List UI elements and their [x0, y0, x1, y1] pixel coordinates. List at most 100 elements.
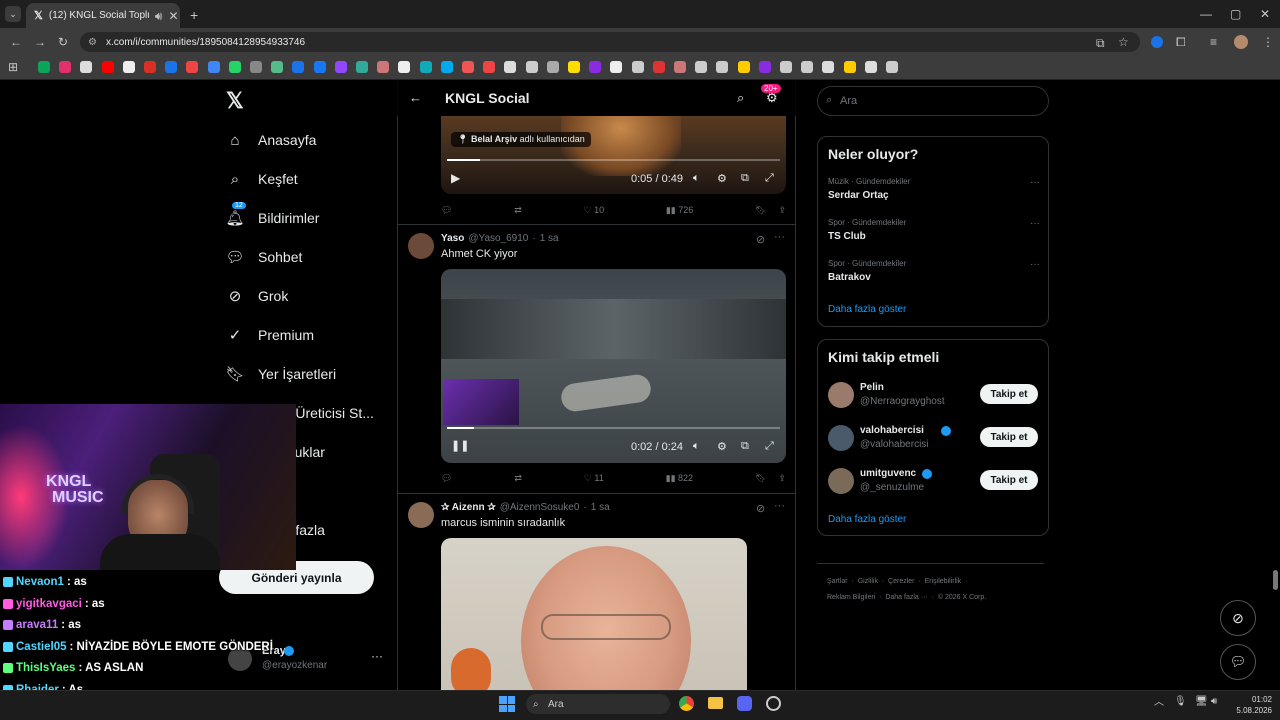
bookmark-favicon-icon[interactable]: [886, 61, 898, 73]
chrome-taskbar-icon[interactable]: [679, 696, 694, 711]
bookmark-favicon-icon[interactable]: [843, 61, 856, 73]
bookmark-favicon-icon[interactable]: [483, 61, 496, 73]
bookmark-favicon-icon[interactable]: [165, 61, 178, 73]
folder-taskbar-icon[interactable]: [708, 697, 723, 709]
play-icon[interactable]: ▶: [451, 171, 460, 185]
profile-avatar[interactable]: [1234, 35, 1248, 49]
trend-item[interactable]: Spor · Gündemdekiler TS Club ···: [828, 218, 1040, 252]
reload-icon[interactable]: ↻: [58, 36, 68, 48]
bookmark-favicon-icon[interactable]: [568, 61, 580, 73]
volume-icon[interactable]: 🔈︎: [693, 172, 700, 185]
more-dots-icon[interactable]: ···: [774, 231, 785, 243]
scrollbar[interactable]: [1273, 570, 1278, 590]
bookmark-favicon-icon[interactable]: [186, 61, 199, 73]
settings-icon[interactable]: ⚙: [717, 172, 727, 185]
pip-icon[interactable]: ⧉: [741, 172, 749, 185]
repost-icon[interactable]: ⇄: [514, 205, 522, 216]
bookmark-favicon-icon[interactable]: [737, 61, 750, 73]
discord-taskbar-icon[interactable]: [737, 696, 752, 711]
share-icon[interactable]: ⇪: [778, 473, 786, 484]
follow-button[interactable]: Takip et: [980, 384, 1038, 404]
post-handle[interactable]: @AizennSosuke0: [500, 502, 580, 513]
bookmark-favicon-icon[interactable]: [292, 61, 305, 73]
follow-suggestion[interactable]: umitguvenc @_senuzulme Takip et: [828, 466, 1040, 498]
bookmark-favicon-icon[interactable]: [59, 61, 72, 73]
follow-button[interactable]: Takip et: [980, 427, 1038, 447]
extensions-puzzle-icon[interactable]: ⧠: [1176, 36, 1186, 48]
bookmark-favicon-icon[interactable]: [525, 61, 538, 73]
nav-item[interactable]: ⊘ Grok: [226, 284, 289, 308]
volume-icon[interactable]: 🔈︎: [693, 440, 700, 453]
maximize-button[interactable]: ▢: [1230, 8, 1241, 20]
post-image[interactable]: [441, 538, 747, 690]
bookmark-favicon-icon[interactable]: [80, 61, 93, 73]
minimize-button[interactable]: —: [1200, 8, 1212, 20]
post-author[interactable]: Yaso: [441, 233, 464, 244]
bookmark-icon[interactable]: 🔖︎: [755, 473, 766, 484]
video-player[interactable]: 📍︎ Belal Arşiv adlı kullanıcıdan ▶ 0:05 …: [441, 116, 786, 194]
grok-icon[interactable]: ⊘: [756, 233, 765, 246]
nav-item[interactable]: 🔖︎ Yer İşaretleri: [225, 362, 336, 386]
menu-icon[interactable]: ⋮: [1262, 36, 1274, 48]
views-button[interactable]: ▮▮ 822: [666, 473, 693, 484]
bookmark-favicon-icon[interactable]: [631, 61, 644, 73]
fullscreen-icon[interactable]: ⤢: [765, 440, 774, 453]
reply-icon[interactable]: 💬︎: [441, 473, 452, 484]
bookmark-favicon-icon[interactable]: [716, 61, 729, 73]
share-icon[interactable]: ⇪: [778, 205, 786, 216]
video-player[interactable]: ❚❚ 0:02 / 0:24 🔈︎ ⚙ ⧉ ⤢: [441, 269, 786, 463]
mic-icon[interactable]: 🎙︎: [1174, 697, 1187, 707]
nav-item[interactable]: ⌕ Keşfet: [226, 167, 298, 191]
grok-fab[interactable]: ⊘: [1220, 600, 1256, 636]
bookmark-favicon-icon[interactable]: [334, 61, 347, 73]
extension-icon[interactable]: [1151, 36, 1163, 48]
bookmark-favicon-icon[interactable]: [271, 61, 284, 73]
reply-icon[interactable]: 💬︎: [441, 205, 452, 216]
bookmark-favicon-icon[interactable]: [652, 61, 665, 73]
nav-item[interactable]: ✓ Premium: [226, 323, 314, 347]
pip-icon[interactable]: ⧉: [741, 440, 749, 453]
bookmark-favicon-icon[interactable]: [758, 61, 771, 73]
clock[interactable]: 01:02 5.08.2026: [1232, 694, 1272, 716]
bookmark-favicon-icon[interactable]: [546, 61, 559, 73]
grok-icon[interactable]: ⊘: [756, 502, 765, 515]
bookmark-icon[interactable]: 🔖︎: [755, 205, 766, 216]
pause-icon[interactable]: ❚❚: [451, 439, 469, 452]
bookmark-favicon-icon[interactable]: [695, 61, 708, 73]
progress-track[interactable]: [447, 159, 780, 161]
footer-links[interactable]: Şartlar · Gizlilik · Çerezler · Erişileb…: [827, 578, 967, 585]
show-more-link[interactable]: Daha fazla göster: [828, 514, 906, 525]
back-icon[interactable]: ←: [10, 36, 22, 48]
post-time[interactable]: 1 sa: [540, 233, 559, 244]
bookmark-favicon-icon[interactable]: [504, 61, 517, 73]
search-input[interactable]: ⌕ Ara: [817, 86, 1049, 116]
apps-grid-icon[interactable]: ⊞: [8, 61, 18, 73]
more-dots-icon[interactable]: ···: [774, 500, 785, 512]
bookmark-favicon-icon[interactable]: [822, 61, 835, 73]
address-bar[interactable]: ⚙ x.com/i/communities/189508412895493374…: [80, 32, 1140, 52]
taskbar-search[interactable]: ⌕ Ara: [526, 694, 670, 714]
progress-track[interactable]: [447, 427, 780, 429]
bookmark-favicon-icon[interactable]: [610, 61, 623, 73]
post-handle[interactable]: @Yaso_6910: [468, 233, 528, 244]
bookmark-favicon-icon[interactable]: [377, 61, 390, 73]
bookmark-favicon-icon[interactable]: [356, 61, 368, 73]
tab-close-icon[interactable]: ✕: [168, 10, 178, 22]
bookmark-favicon-icon[interactable]: [780, 61, 792, 73]
bookmark-favicon-icon[interactable]: [101, 61, 114, 73]
app-taskbar-icon[interactable]: [766, 696, 781, 711]
bookmark-favicon-icon[interactable]: [801, 61, 814, 73]
more-dots-icon[interactable]: ···: [1030, 259, 1040, 270]
bookmark-favicon-icon[interactable]: [122, 61, 135, 73]
bookmark-favicon-icon[interactable]: [674, 61, 686, 73]
close-window-button[interactable]: ✕: [1260, 8, 1270, 20]
forward-icon[interactable]: →: [34, 36, 46, 48]
nav-item[interactable]: 🔔︎ Bildirimler 12: [225, 202, 319, 230]
bookmark-favicon-icon[interactable]: [462, 61, 474, 73]
bookmark-favicon-icon[interactable]: [250, 61, 262, 73]
post-author[interactable]: ✰ Aizenn ✰: [441, 502, 496, 513]
views-button[interactable]: ▮▮ 726: [666, 205, 693, 216]
bookmark-favicon-icon[interactable]: [440, 61, 453, 73]
footer-links-2[interactable]: Reklam Bilgileri · Daha fazla ··· · © 20…: [827, 594, 986, 601]
nav-item[interactable]: 💬︎ Sohbet: [225, 245, 302, 269]
